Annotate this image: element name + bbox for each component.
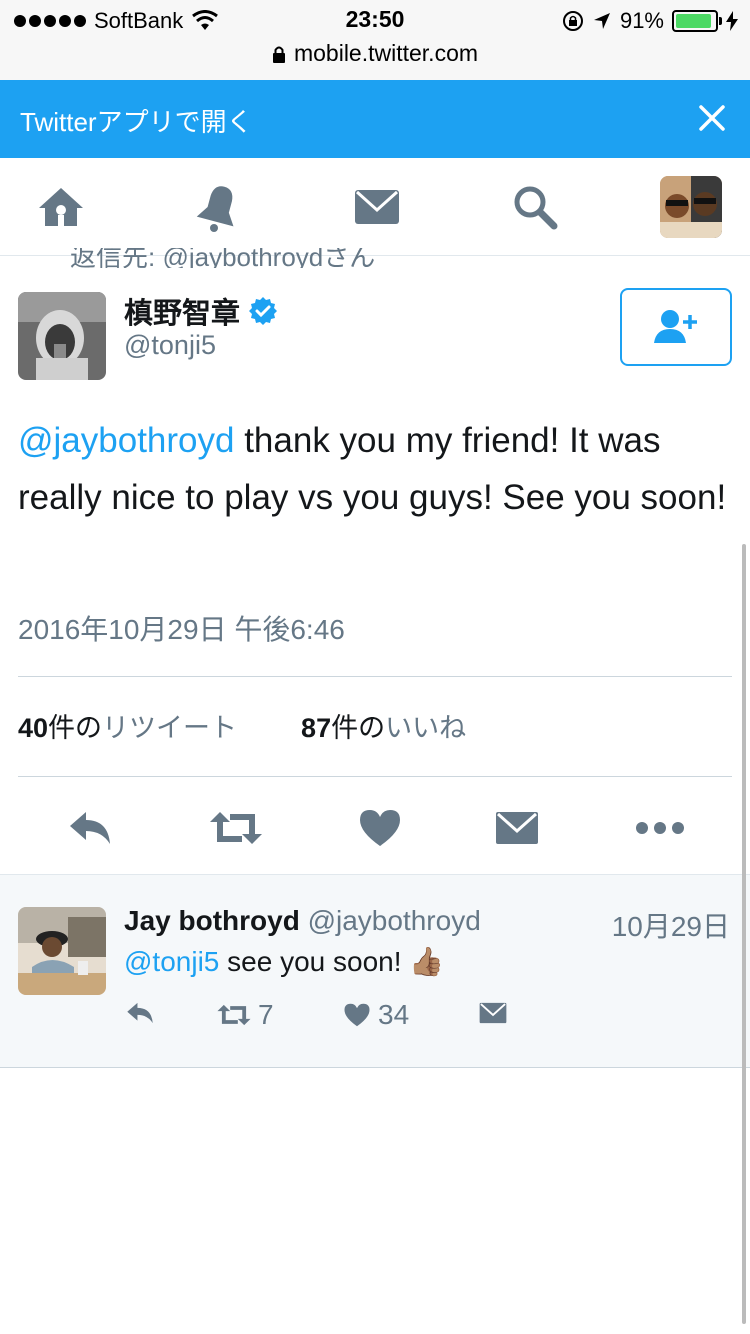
reply-like-count: 34	[378, 999, 410, 1030]
reply-author-avatar[interactable]	[18, 907, 106, 995]
reply-author-handle[interactable]: @jaybothroyd	[308, 905, 481, 936]
reply-date[interactable]: 10月29日	[612, 905, 730, 945]
reply-icon[interactable]	[66, 806, 114, 850]
divider	[18, 676, 732, 677]
lock-icon	[272, 46, 285, 63]
author-name[interactable]: 槙野智章	[124, 290, 278, 332]
reply-reply-button[interactable]	[124, 999, 156, 1027]
status-right: 91%	[562, 6, 738, 36]
reply-header: Jay bothroyd @jaybothroyd	[124, 905, 481, 937]
like-heart-icon[interactable]	[356, 806, 404, 850]
reply-context[interactable]: 返信先: @jaybothroydさん	[70, 248, 375, 268]
close-icon[interactable]	[694, 100, 730, 136]
open-app-link[interactable]: Twitterアプリで開く	[20, 102, 253, 139]
retweet-label: リツイート	[102, 713, 238, 743]
tweet-timestamp: 2016年10月29日 午後6:46	[18, 614, 345, 645]
author-name-text[interactable]: 槙野智章	[124, 290, 240, 332]
home-icon[interactable]	[36, 182, 86, 232]
tweet-stats: 40件のリツイート 87件のいいね	[18, 706, 466, 745]
reply-dm-button[interactable]	[478, 999, 508, 1027]
retweet-stat[interactable]: 40件のリツイート	[18, 706, 237, 745]
reply-retweet-count: 7	[258, 999, 274, 1030]
top-navigation	[0, 158, 750, 256]
status-bar: SoftBank 23:50 91% mobile.twitter.com	[0, 0, 750, 80]
battery-percent: 91%	[619, 8, 664, 33]
reply-text: @tonji5 see you soon! 👍🏽	[124, 945, 444, 978]
like-stat[interactable]: 87件のいいね	[301, 706, 466, 745]
retweet-icon[interactable]	[208, 806, 264, 850]
like-heart-icon	[344, 1003, 370, 1027]
like-unit: 件の	[331, 713, 386, 743]
messages-icon[interactable]	[352, 182, 402, 232]
reply-actions: 7 34	[124, 999, 544, 1039]
author-avatar[interactable]	[18, 292, 106, 380]
follow-button[interactable]	[620, 288, 732, 366]
tweet-actions	[0, 800, 750, 856]
search-icon[interactable]	[510, 182, 560, 232]
battery-icon	[672, 10, 722, 32]
charging-bolt-icon	[726, 11, 738, 31]
orientation-lock-icon	[562, 11, 583, 31]
retweet-unit: 件の	[48, 713, 103, 743]
retweet-icon	[217, 1004, 251, 1026]
location-arrow-icon	[593, 13, 610, 29]
like-label: いいね	[385, 713, 467, 743]
reply-icon	[127, 1002, 153, 1024]
follow-user-icon	[654, 310, 697, 343]
more-options-icon[interactable]	[634, 806, 686, 850]
reply-author-name[interactable]: Jay bothroyd	[124, 905, 300, 936]
like-count: 87	[301, 713, 332, 743]
direct-message-icon	[479, 1002, 507, 1024]
scrollbar[interactable]	[742, 544, 746, 1324]
reply-retweet-button[interactable]: 7	[216, 999, 274, 1031]
url-domain: mobile.twitter.com	[293, 40, 479, 66]
reply-body: see you soon! 👍🏽	[219, 946, 445, 977]
reply-tweet[interactable]: Jay bothroyd @jaybothroyd 10月29日 @tonji5…	[0, 874, 750, 1068]
tweet-text: @jaybothroyd thank you my friend! It was…	[18, 412, 733, 526]
open-app-banner[interactable]: Twitterアプリで開く	[0, 80, 750, 158]
author-handle[interactable]: @tonji5	[124, 330, 216, 361]
notifications-icon[interactable]	[194, 182, 244, 232]
direct-message-icon[interactable]	[494, 806, 540, 850]
tweet-mention-link[interactable]: @jaybothroyd	[18, 421, 234, 460]
divider	[18, 776, 732, 777]
retweet-count: 40	[18, 713, 49, 743]
reply-like-button[interactable]: 34	[342, 999, 409, 1031]
url-bar[interactable]: mobile.twitter.com	[0, 40, 750, 67]
reply-mention-link[interactable]: @tonji5	[124, 946, 219, 977]
verified-badge-icon	[249, 297, 278, 325]
profile-avatar[interactable]	[660, 176, 722, 238]
